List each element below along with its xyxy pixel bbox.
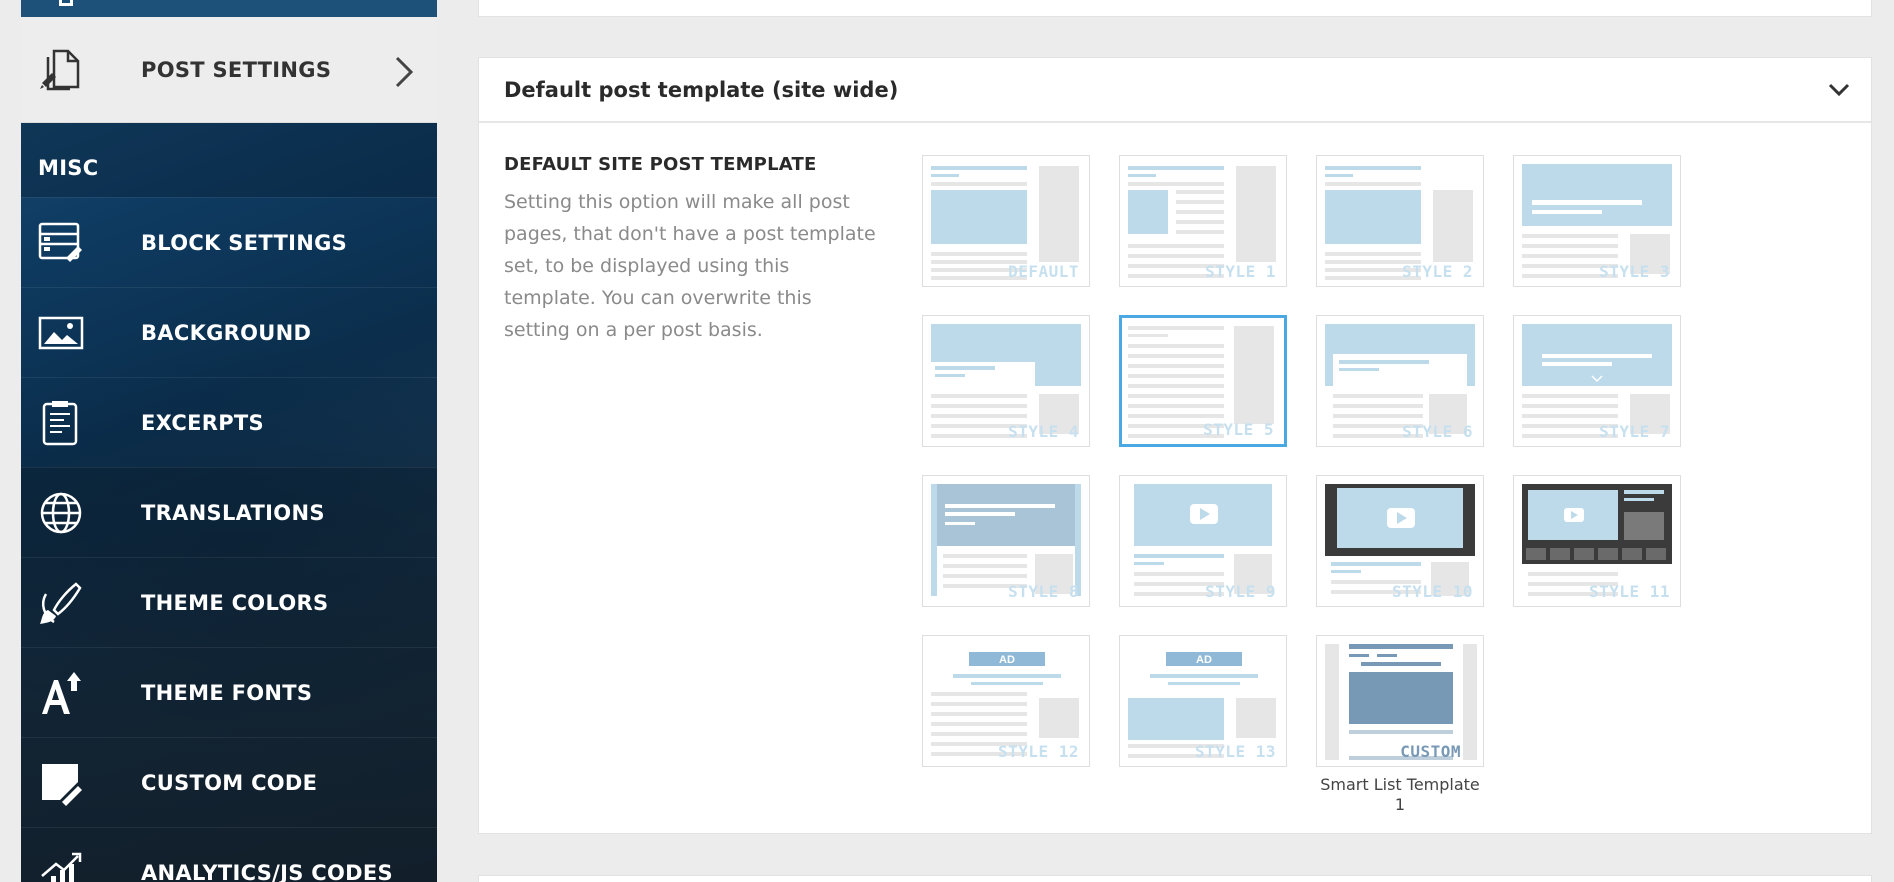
template-label: STYLE 11 xyxy=(1588,582,1670,601)
panel-title: Default post template (site wide) xyxy=(504,78,899,102)
sidebar-item-custom-code[interactable]: CUSTOM CODE xyxy=(21,737,437,827)
paint-brush-icon xyxy=(40,581,82,624)
template-label: DEFAULT xyxy=(1008,262,1079,281)
template-label: STYLE 3 xyxy=(1599,262,1670,281)
template-label: STYLE 4 xyxy=(1008,422,1079,441)
template-label: STYLE 10 xyxy=(1391,582,1473,601)
template-option-default[interactable]: DEFAULT xyxy=(922,155,1090,287)
template-option-style-6[interactable]: STYLE 6 xyxy=(1316,315,1484,447)
globe-icon xyxy=(40,492,82,533)
template-label: STYLE 6 xyxy=(1402,422,1473,441)
ad-label: AD xyxy=(999,654,1015,666)
previous-panel xyxy=(478,0,1872,17)
ad-label: AD xyxy=(1196,654,1212,666)
sidebar-item-label: BLOCK SETTINGS xyxy=(141,230,348,255)
sidebar: POST SETTINGS MISC BLOCK SETTINGS BACKGR… xyxy=(21,0,437,882)
sidebar-item-label: POST SETTINGS xyxy=(141,57,332,82)
template-option-style-12[interactable]: AD STYLE 12 xyxy=(922,635,1090,767)
option-title: DEFAULT SITE POST TEMPLATE xyxy=(504,154,817,175)
template-option-style-2[interactable]: STYLE 2 xyxy=(1316,155,1484,287)
sidebar-item-label: EXCERPTS xyxy=(141,410,264,435)
template-option-style-11[interactable]: STYLE 11 xyxy=(1513,475,1681,607)
template-label: STYLE 9 xyxy=(1205,582,1276,601)
template-option-style-5[interactable]: STYLE 5 xyxy=(1119,315,1287,447)
font-icon xyxy=(42,671,81,714)
block-settings-icon xyxy=(38,222,82,262)
chevron-down-icon[interactable] xyxy=(1827,82,1851,98)
section-label: MISC xyxy=(38,156,99,180)
template-option-custom[interactable]: CUSTOM xyxy=(1316,635,1484,767)
template-option-style-7[interactable]: STYLE 7 xyxy=(1513,315,1681,447)
sidebar-section-misc: MISC xyxy=(21,123,437,197)
panel-header[interactable]: Default post template (site wide) xyxy=(479,58,1871,123)
sidebar-item-label: CUSTOM CODE xyxy=(141,770,318,795)
template-label: STYLE 1 xyxy=(1205,262,1276,281)
sidebar-item-label: BACKGROUND xyxy=(141,320,312,345)
template-label: STYLE 12 xyxy=(997,742,1079,761)
template-option-style-8[interactable]: STYLE 8 xyxy=(922,475,1090,607)
sidebar-item-translations[interactable]: TRANSLATIONS xyxy=(21,467,437,557)
sidebar-item-block-settings[interactable]: BLOCK SETTINGS xyxy=(21,197,437,287)
chevron-right-icon xyxy=(395,56,414,88)
next-panel xyxy=(478,875,1872,882)
sidebar-item-post-settings[interactable]: POST SETTINGS xyxy=(21,17,437,123)
sidebar-item-theme-colors[interactable]: THEME COLORS xyxy=(21,557,437,647)
sidebar-item-label: ANALYTICS/JS CODES xyxy=(141,860,393,882)
excerpts-icon xyxy=(42,400,78,445)
sidebar-item-theme-fonts[interactable]: THEME FONTS xyxy=(21,647,437,737)
template-label: STYLE 2 xyxy=(1402,262,1473,281)
sidebar-item-label: THEME FONTS xyxy=(141,680,313,705)
template-label: STYLE 7 xyxy=(1599,422,1670,441)
menu-item-icon xyxy=(59,0,73,6)
template-label: STYLE 8 xyxy=(1008,582,1079,601)
template-option-style-10[interactable]: STYLE 10 xyxy=(1316,475,1484,607)
sidebar-item-previous[interactable] xyxy=(21,0,437,17)
template-caption: Smart List Template 1 xyxy=(1320,775,1480,814)
custom-code-icon xyxy=(42,763,82,806)
template-option-style-9[interactable]: STYLE 9 xyxy=(1119,475,1287,607)
default-post-template-panel: Default post template (site wide) DEFAUL… xyxy=(478,57,1872,834)
template-label: STYLE 5 xyxy=(1203,420,1274,439)
template-option-style-13[interactable]: AD STYLE 13 xyxy=(1119,635,1287,767)
template-label: STYLE 13 xyxy=(1194,742,1276,761)
sidebar-item-analytics[interactable]: ANALYTICS/JS CODES xyxy=(21,827,437,882)
option-description: Setting this option will make all post p… xyxy=(504,191,876,341)
template-label: CUSTOM xyxy=(1400,742,1461,761)
template-option-style-1[interactable]: STYLE 1 xyxy=(1119,155,1287,287)
sidebar-item-background[interactable]: BACKGROUND xyxy=(21,287,437,377)
sidebar-item-excerpts[interactable]: EXCERPTS xyxy=(21,377,437,467)
background-image-icon xyxy=(38,316,84,349)
post-settings-icon xyxy=(40,49,80,90)
template-option-style-3[interactable]: STYLE 3 xyxy=(1513,155,1681,287)
template-option-style-4[interactable]: STYLE 4 xyxy=(922,315,1090,447)
sidebar-item-label: THEME COLORS xyxy=(141,590,329,615)
sidebar-item-label: TRANSLATIONS xyxy=(141,500,325,525)
analytics-icon xyxy=(41,852,82,882)
